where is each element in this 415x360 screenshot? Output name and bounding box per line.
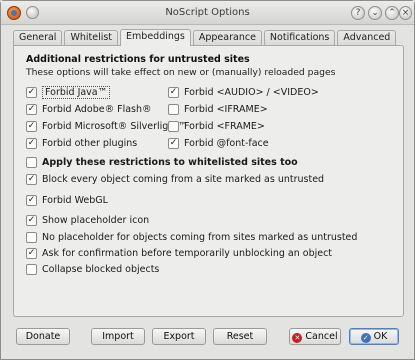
checkmark-icon: ✓ [26, 104, 37, 115]
collapse-blocked-checkbox[interactable]: Collapse blocked objects [26, 263, 159, 276]
checkmark-icon: ✓ [26, 195, 37, 206]
show-placeholder-checkbox[interactable]: ✓ Show placeholder icon [26, 214, 149, 227]
cancel-icon: ✕ [292, 333, 303, 343]
checkmark-icon: ✓ [26, 87, 37, 98]
checkmark-icon: ✓ [26, 138, 37, 149]
noscript-options-window: NoScript Options ? ⌄ ⌃ × General Whiteli… [0, 0, 415, 360]
forbid-flash-checkbox[interactable]: ✓ Forbid Adobe® Flash® [26, 103, 152, 116]
forbid-webgl-checkbox[interactable]: ✓ Forbid WebGL [26, 194, 108, 207]
apply-to-whitelisted-checkbox[interactable]: Apply these restrictions to whitelisted … [26, 156, 298, 169]
checkmark-icon [168, 104, 179, 115]
donate-button[interactable]: Donate [16, 328, 70, 345]
cancel-button[interactable]: ✕ Cancel [289, 328, 341, 345]
cancel-label: Cancel [305, 331, 338, 342]
forbid-iframe-checkbox[interactable]: Forbid <IFRAME> [168, 103, 268, 116]
forbid-font-face-checkbox[interactable]: ✓ Forbid @font-face [168, 137, 269, 150]
ok-label: OK [373, 331, 388, 342]
checkmark-icon: ✓ [168, 87, 179, 98]
ask-confirmation-checkbox[interactable]: ✓ Ask for confirmation before temporaril… [26, 247, 332, 260]
minimize-icon[interactable]: ⌄ [368, 6, 382, 20]
checkmark-icon [26, 232, 37, 243]
section-heading: Additional restrictions for untrusted si… [26, 54, 250, 65]
no-placeholder-untrusted-checkbox[interactable]: No placeholder for objects coming from s… [26, 231, 357, 244]
help-icon[interactable]: ? [351, 6, 365, 20]
tab-embeddings[interactable]: Embeddings [120, 29, 191, 46]
embeddings-panel: Additional restrictions for untrusted si… [13, 45, 404, 317]
checkmark-icon [26, 264, 37, 275]
tab-advanced[interactable]: Advanced [337, 30, 397, 46]
tab-notifications[interactable]: Notifications [263, 30, 336, 46]
tab-bar: General Whitelist Embeddings Appearance … [13, 29, 398, 46]
forbid-java-checkbox[interactable]: ✓ Forbid Java™ [26, 86, 111, 99]
tab-whitelist[interactable]: Whitelist [64, 30, 119, 46]
maximize-icon[interactable]: ⌃ [385, 6, 399, 20]
checkmark-icon: ✓ [26, 248, 37, 259]
checkmark-icon: ✓ [26, 215, 37, 226]
forbid-frame-checkbox[interactable]: Forbid <FRAME> [168, 120, 265, 133]
import-button[interactable]: Import [91, 328, 145, 345]
reload-note: These options will take effect on new or… [26, 67, 336, 78]
block-untrusted-objects-checkbox[interactable]: ✓ Block every object coming from a site … [26, 173, 324, 186]
tab-appearance[interactable]: Appearance [192, 30, 262, 46]
ok-button[interactable]: ✓ OK [349, 328, 399, 345]
forbid-silverlight-checkbox[interactable]: ✓ Forbid Microsoft® Silverlight™ [26, 120, 188, 133]
export-button[interactable]: Export [152, 328, 206, 345]
forbid-other-plugins-checkbox[interactable]: ✓ Forbid other plugins [26, 137, 137, 150]
title-bar[interactable]: NoScript Options ? ⌄ ⌃ × [1, 1, 414, 25]
forbid-audio-video-checkbox[interactable]: ✓ Forbid <AUDIO> / <VIDEO> [168, 86, 319, 99]
checkmark-icon [168, 121, 179, 132]
close-icon[interactable]: × [399, 6, 412, 20]
checkmark-icon: ✓ [26, 174, 37, 185]
tab-general[interactable]: General [13, 30, 63, 46]
checkmark-icon: ✓ [168, 138, 179, 149]
checkmark-icon: ✓ [26, 121, 37, 132]
ok-check-icon: ✓ [360, 333, 371, 343]
checkmark-icon [26, 157, 37, 168]
reset-button[interactable]: Reset [213, 328, 267, 345]
